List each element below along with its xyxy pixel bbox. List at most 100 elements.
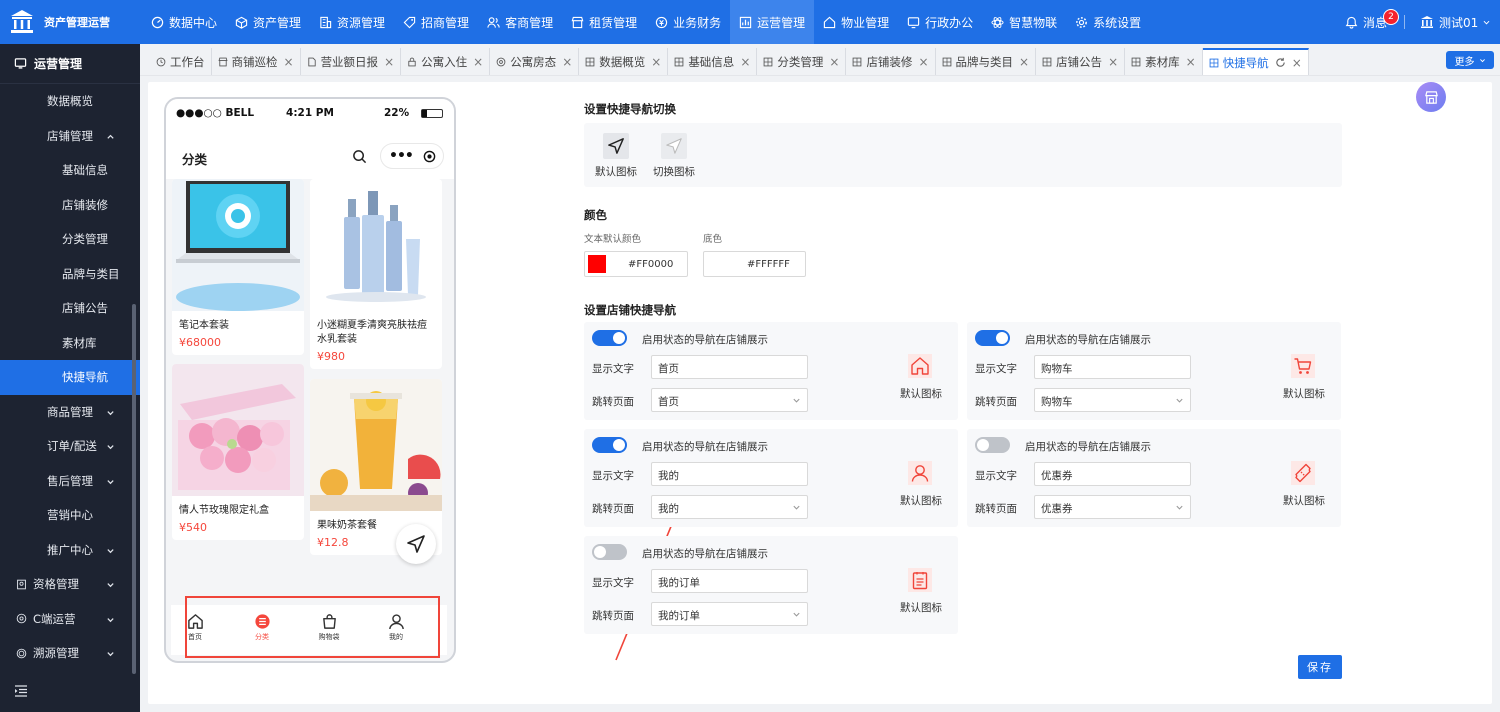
sidebar-item[interactable]: 商品管理 — [0, 395, 140, 430]
tab-item[interactable]: 素材库 × — [1125, 48, 1203, 75]
topnav-item[interactable]: 智慧物联 — [982, 0, 1066, 44]
top-bar: 资产管理运营 数据中心 资产管理 资源管理 招商管理 客商管理 租赁管理 业务财务 运营管理 物… — [0, 0, 1500, 44]
jump-page-select[interactable]: 我的 — [651, 495, 808, 519]
tab-item[interactable]: 品牌与类目 × — [936, 48, 1037, 75]
input-value: 优惠券 — [1041, 470, 1073, 482]
target-icon — [16, 613, 27, 624]
close-tab-icon[interactable]: × — [562, 55, 572, 69]
sidebar-item[interactable]: 数据概览 — [0, 84, 140, 119]
default-icon-option[interactable]: 默认图标 — [586, 133, 646, 179]
topnav-item[interactable]: 资产管理 — [226, 0, 310, 44]
nav-icon-preview[interactable] — [1291, 461, 1315, 485]
tab-item[interactable]: 店铺装修 × — [846, 48, 936, 75]
text-color-picker[interactable]: #FF0000 — [584, 251, 688, 277]
topnav-item[interactable]: 客商管理 — [478, 0, 562, 44]
tab-item[interactable]: 快捷导航 × — [1202, 48, 1309, 75]
user-menu[interactable]: 测试01 — [1420, 0, 1496, 44]
display-text-input[interactable]: 首页 — [651, 355, 808, 379]
bg-color-label: 底色 — [703, 234, 723, 245]
jump-page-select[interactable]: 我的订单 — [651, 602, 808, 626]
nav-enable-toggle[interactable] — [592, 544, 627, 560]
sidebar-item[interactable]: 分类管理 — [0, 222, 140, 257]
close-tab-icon[interactable]: × — [384, 55, 394, 69]
tab-item[interactable]: 营业额日报 × — [301, 48, 402, 75]
nav-enable-toggle[interactable] — [592, 437, 627, 453]
close-tab-icon[interactable]: × — [473, 55, 483, 69]
close-tab-icon[interactable]: × — [1019, 55, 1029, 69]
bg-color-picker[interactable]: #FFFFFF — [703, 251, 806, 277]
close-tab-icon[interactable]: × — [829, 55, 839, 69]
sidebar-item[interactable]: 资格管理 — [0, 567, 140, 602]
sidebar-item[interactable]: C端运营 — [0, 602, 140, 637]
topnav-item[interactable]: 行政办公 — [898, 0, 982, 44]
search-icon[interactable] — [352, 149, 367, 164]
switch-icon-option[interactable]: 切换图标 — [644, 133, 704, 179]
collapse-menu-icon[interactable] — [14, 684, 28, 698]
nav-enable-toggle[interactable] — [592, 330, 627, 346]
nav-icon-preview[interactable] — [908, 568, 932, 592]
close-tab-icon[interactable]: × — [284, 55, 294, 69]
topnav-item[interactable]: 招商管理 — [394, 0, 478, 44]
tab-item[interactable]: 店铺公告 × — [1036, 48, 1126, 75]
tab-item[interactable]: 数据概览 × — [579, 48, 669, 75]
product-card[interactable]: 笔记本套装 ¥68000 — [172, 179, 304, 355]
sidebar-item[interactable]: 素材库 — [0, 326, 140, 361]
sidebar-item[interactable]: 溯源管理 — [0, 636, 140, 671]
close-circle-icon[interactable] — [423, 150, 436, 163]
jump-page-select[interactable]: 购物车 — [1034, 388, 1191, 412]
tab-item[interactable]: 商铺巡检 × — [212, 48, 301, 75]
nav-enable-toggle[interactable] — [975, 437, 1010, 453]
tab-item[interactable]: 工作台 — [150, 48, 212, 75]
close-tab-icon[interactable]: × — [740, 55, 750, 69]
topnav-item[interactable]: 运营管理 — [730, 0, 815, 44]
more-dots-icon[interactable]: ••• — [389, 148, 414, 164]
tab-item[interactable]: 公寓入住 × — [401, 48, 491, 75]
topnav-item[interactable]: 租赁管理 — [562, 0, 646, 44]
messages-link[interactable]: 消息 2 — [1345, 0, 1399, 44]
sidebar-item[interactable]: 售后管理 — [0, 464, 140, 499]
refresh-icon[interactable] — [1275, 57, 1286, 68]
sidebar-item[interactable]: 基础信息 — [0, 153, 140, 188]
jump-page-select[interactable]: 优惠券 — [1034, 495, 1191, 519]
sidebar-header[interactable]: 运营管理 — [0, 44, 140, 84]
sidebar-item[interactable]: 快捷导航 — [0, 360, 140, 395]
close-tab-icon[interactable]: × — [651, 55, 661, 69]
nav-icon-preview[interactable] — [908, 461, 932, 485]
sidebar-scrollbar[interactable] — [132, 304, 136, 674]
close-tab-icon[interactable]: × — [1186, 55, 1196, 69]
close-tab-icon[interactable]: × — [1108, 55, 1118, 69]
display-text-input[interactable]: 我的订单 — [651, 569, 808, 593]
product-name: 笔记本套装 — [179, 320, 229, 331]
miniapp-capsule[interactable]: ••• — [380, 143, 444, 169]
tab-item[interactable]: 分类管理 × — [757, 48, 847, 75]
sidebar-item[interactable]: 店铺管理 — [0, 119, 140, 154]
more-tabs-button[interactable]: 更多 — [1446, 51, 1494, 69]
topnav-item[interactable]: 业务财务 — [646, 0, 730, 44]
sidebar-item[interactable]: 品牌与类目 — [0, 257, 140, 292]
product-card[interactable]: 情人节玫瑰限定礼盒 ¥540 — [172, 364, 304, 540]
sidebar-item[interactable]: 店铺公告 — [0, 291, 140, 326]
topnav-item[interactable]: 物业管理 — [814, 0, 898, 44]
topnav-item[interactable]: 数据中心 — [142, 0, 226, 44]
jump-page-select[interactable]: 首页 — [651, 388, 808, 412]
nav-icon-preview[interactable] — [908, 354, 932, 378]
display-text-input[interactable]: 购物车 — [1034, 355, 1191, 379]
store-float-button[interactable] — [1416, 82, 1446, 112]
product-card[interactable]: 小迷糊夏季清爽亮肤祛痘水乳套装 ¥980 — [310, 179, 442, 369]
tab-item[interactable]: 公寓房态 × — [490, 48, 580, 75]
sidebar-item[interactable]: 店铺装修 — [0, 188, 140, 223]
save-button[interactable]: 保存 — [1298, 655, 1342, 679]
sidebar-item[interactable]: 营销中心 — [0, 498, 140, 533]
display-text-input[interactable]: 我的 — [651, 462, 808, 486]
sidebar-item[interactable]: 推广中心 — [0, 533, 140, 568]
nav-icon-preview[interactable] — [1291, 354, 1315, 378]
topnav-item[interactable]: 资源管理 — [310, 0, 394, 44]
tab-item[interactable]: 基础信息 × — [668, 48, 758, 75]
sidebar-item[interactable]: 订单/配送 — [0, 429, 140, 464]
quick-nav-float-button[interactable] — [396, 524, 436, 564]
nav-enable-toggle[interactable] — [975, 330, 1010, 346]
close-tab-icon[interactable]: × — [918, 55, 928, 69]
close-tab-icon[interactable]: × — [1292, 56, 1302, 70]
topnav-item[interactable]: 系统设置 — [1066, 0, 1150, 44]
display-text-input[interactable]: 优惠券 — [1034, 462, 1191, 486]
